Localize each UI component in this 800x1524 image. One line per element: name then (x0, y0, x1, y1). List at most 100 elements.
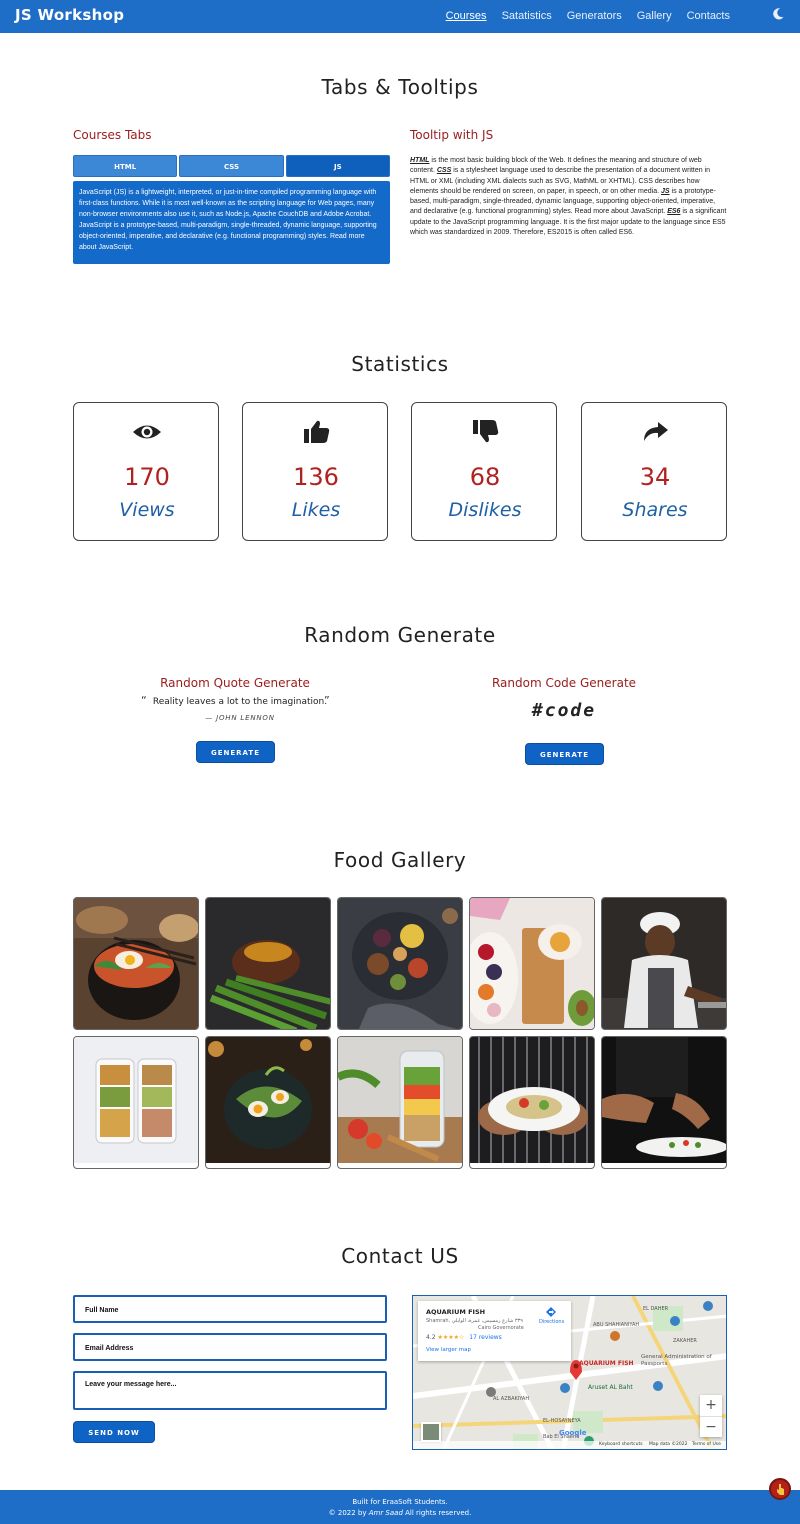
map-rating: 4.2 ★★★★☆ 17 reviews (426, 1334, 502, 1341)
terms-of-use-link[interactable]: Terms of Use (692, 1442, 721, 1447)
google-logo: Google (559, 1429, 587, 1437)
stat-label: Shares (622, 499, 688, 521)
gallery-image-avocado-egg[interactable] (205, 1036, 331, 1169)
stat-card-dislikes: 68 Dislikes (411, 402, 557, 541)
code-display: #code (531, 700, 597, 721)
stat-label: Views (119, 499, 175, 521)
nav-link-statistics[interactable]: Satatistics (502, 10, 552, 22)
zoom-in-button[interactable]: + (700, 1395, 722, 1416)
map-zoom-controls: + − (700, 1395, 722, 1437)
navbar: JS Workshop Courses Satatistics Generato… (0, 0, 800, 33)
tab-css[interactable]: CSS (179, 155, 284, 177)
map-marker-label: AQUARIUM FISH (579, 1360, 634, 1367)
map-area-label: General Administration of Passports (641, 1354, 712, 1367)
map-area-label: EL-HOSAYNEYA (543, 1418, 581, 1424)
tooltip-term-js[interactable]: JS (661, 188, 670, 195)
thumbs-down-icon (473, 420, 499, 443)
nav-link-contacts[interactable]: Contacts (687, 10, 730, 22)
gallery-image-platter[interactable] (337, 897, 463, 1030)
map-attribution-bar: Keyboard shortcuts Map data ©2022 Terms … (413, 1441, 726, 1449)
map-area-label: ABU SHAHIANIYAH (593, 1322, 640, 1328)
gallery-image-bibimbap[interactable] (73, 897, 199, 1030)
map-area-label: ZAKAHER (673, 1338, 697, 1344)
nav-link-generators[interactable]: Generators (567, 10, 622, 22)
quote-close-mark: ” (324, 694, 330, 707)
send-now-button[interactable]: SEND NOW (73, 1421, 155, 1443)
map-rating-value: 4.2 (426, 1334, 436, 1341)
stat-value: 34 (639, 463, 671, 491)
generate-quote-button[interactable]: GENERATE (196, 741, 275, 763)
map-area-label: AL AZBAKIYAH (493, 1396, 530, 1402)
email-field[interactable]: Email Address (73, 1333, 387, 1361)
generate-code-button[interactable]: GENERATE (525, 743, 604, 765)
statistics-section-title: Statistics (351, 352, 449, 376)
tab-panel-content: JavaScript (JS) is a lightweight, interp… (73, 181, 390, 264)
keyboard-shortcuts-link[interactable]: Keyboard shortcuts (599, 1442, 643, 1447)
courses-tabs-heading: Courses Tabs (73, 128, 152, 142)
scroll-top-button[interactable] (769, 1478, 791, 1500)
star-rating-icon: ★★★★☆ (437, 1334, 465, 1341)
share-icon (644, 422, 668, 441)
stat-label: Likes (291, 499, 341, 521)
nav-link-courses[interactable]: Courses (446, 10, 487, 22)
quote-author: — JOHN LENNON (205, 714, 275, 722)
tabs-section-title: Tabs & Tooltips (321, 75, 479, 99)
stat-value: 68 (469, 463, 501, 491)
quote-heading: Random Quote Generate (160, 676, 310, 690)
map-data-label: Map data ©2022 (649, 1442, 688, 1447)
stat-card-shares: 34 Shares (581, 402, 727, 541)
gallery-image-steak[interactable] (205, 897, 331, 1030)
map-info-card: AQUARIUM FISH Shamrah, ٣٣٩ شارع رمسيس، غ… (418, 1301, 571, 1361)
map-place-address: Shamrah, ٣٣٩ شارع رمسيس، غمرة، الوايلي (426, 1318, 523, 1324)
gallery-image-salad-jar[interactable] (337, 1036, 463, 1169)
thumbs-up-icon (304, 420, 330, 443)
directions-icon[interactable] (546, 1307, 556, 1317)
stat-value: 170 (124, 463, 170, 491)
stat-card-views: 170 Views (73, 402, 219, 541)
directions-link[interactable]: Directions (539, 1319, 564, 1325)
course-tabs: HTML CSS JS (73, 155, 390, 177)
location-map[interactable]: AQUARIUM FISH EL DAHER ABU SHAHIANIYAH Z… (412, 1295, 727, 1450)
quote-text: Reality leaves a lot to the imagination. (152, 697, 328, 707)
nav-links: Courses Satatistics Generators Gallery C… (446, 10, 730, 22)
tooltip-term-css[interactable]: CSS (437, 167, 451, 174)
stat-card-likes: 136 Likes (242, 402, 388, 541)
stat-label: Dislikes (448, 499, 522, 521)
gallery-image-chef[interactable] (601, 897, 727, 1030)
map-area-label: EL DAHER (643, 1306, 669, 1312)
footer-copyright: © 2022 by (328, 1509, 369, 1517)
moon-icon[interactable] (771, 7, 785, 21)
gallery-image-plated-salad[interactable] (469, 1036, 595, 1169)
contact-section-title: Contact US (341, 1244, 459, 1268)
tooltip-term-html[interactable]: HTML (410, 157, 429, 164)
gallery-image-chef-plating[interactable] (601, 1036, 727, 1169)
map-reviews-link[interactable]: 17 reviews (469, 1334, 502, 1341)
page-footer: Built for EraaSoft Students. © 2022 by A… (0, 1490, 800, 1524)
tab-html[interactable]: HTML (73, 155, 178, 177)
gallery-section-title: Food Gallery (333, 848, 467, 872)
gallery-image-meal-prep[interactable] (73, 1036, 199, 1169)
footer-author: Amr Saad (368, 1509, 403, 1517)
zoom-out-button[interactable]: − (700, 1416, 722, 1437)
code-heading: Random Code Generate (491, 676, 637, 690)
footer-rights: All rights reserved. (402, 1509, 472, 1517)
gallery-image-fruit-board[interactable] (469, 897, 595, 1030)
nav-link-gallery[interactable]: Gallery (637, 10, 672, 22)
hand-pointer-icon (777, 1484, 784, 1495)
tab-js[interactable]: JS (285, 155, 390, 177)
random-section-title: Random Generate (304, 623, 496, 647)
map-place-region: Cairo Governorate (478, 1325, 524, 1331)
stat-value: 136 (293, 463, 339, 491)
full-name-field[interactable]: Full Name (73, 1295, 387, 1323)
tooltip-term-es6[interactable]: ES6 (667, 208, 680, 215)
map-place-name: AQUARIUM FISH (426, 1308, 486, 1316)
footer-line-2: © 2022 by Amr Saad All rights reserved. (0, 1508, 800, 1519)
eye-icon (133, 425, 161, 439)
view-larger-map-link[interactable]: View larger map (426, 1347, 471, 1353)
map-area-label: Aruset AL Baht (588, 1384, 633, 1391)
brand-logo[interactable]: JS Workshop (15, 6, 124, 24)
footer-line-1: Built for EraaSoft Students. (352, 1498, 448, 1506)
quote-open-mark: “ (141, 694, 147, 707)
message-field[interactable]: Leave your message here... (73, 1371, 387, 1410)
map-satellite-toggle[interactable] (421, 1422, 441, 1442)
